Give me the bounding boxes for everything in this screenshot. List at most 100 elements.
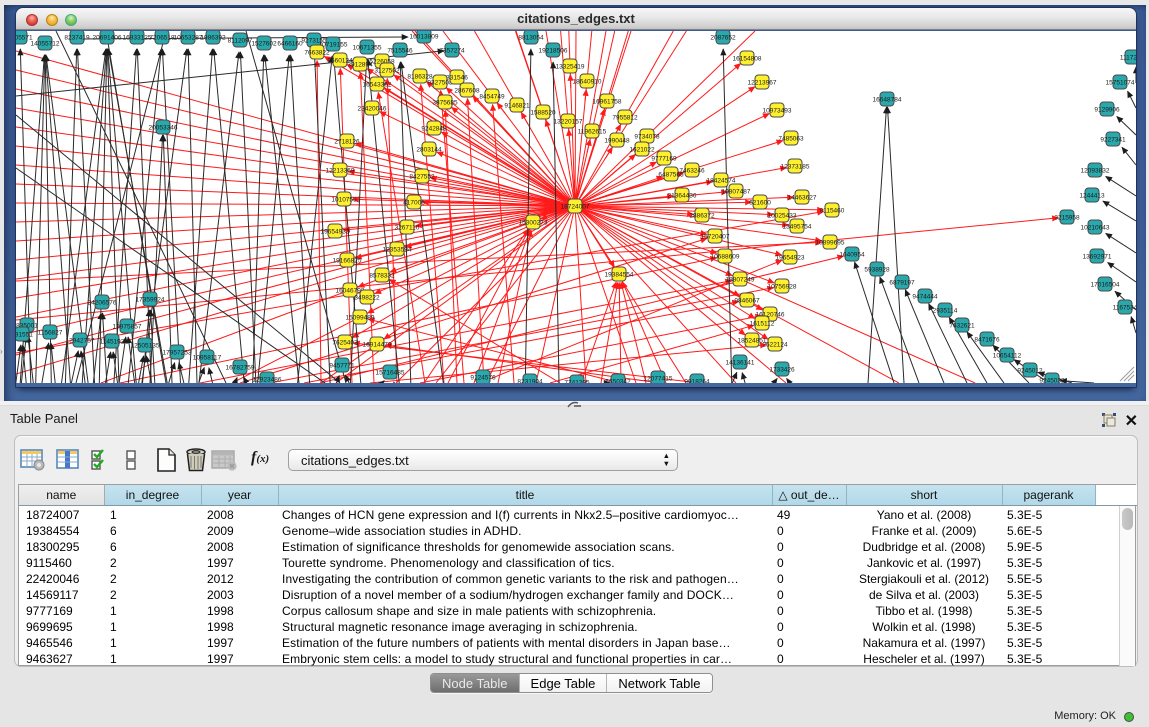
svg-text:7515546: 7515546 (387, 47, 413, 54)
svg-text:10653287: 10653287 (174, 34, 203, 41)
svg-text:5938928: 5938928 (864, 266, 890, 273)
svg-text:17359924: 17359924 (136, 296, 165, 303)
svg-text:12373185: 12373185 (781, 163, 810, 170)
svg-text:12077415: 12077415 (644, 375, 673, 382)
svg-text:15751074: 15751074 (1106, 79, 1135, 86)
svg-text:12942757: 12942757 (66, 337, 95, 344)
svg-text:2935114: 2935114 (933, 307, 958, 314)
svg-text:417006: 417006 (403, 199, 425, 206)
svg-text:14136141: 14136141 (726, 359, 755, 366)
svg-text:9918264: 9918264 (684, 378, 710, 383)
svg-text:15716485: 15716485 (376, 369, 405, 376)
svg-text:15300273: 15300273 (519, 219, 548, 226)
svg-text:331546: 331546 (446, 74, 468, 81)
svg-text:16154808: 16154808 (733, 55, 762, 62)
svg-text:19654933: 19654933 (321, 228, 350, 235)
svg-text:16914479: 16914479 (363, 341, 392, 348)
svg-text:7741205: 7741205 (564, 379, 590, 383)
svg-text:10756928: 10756928 (768, 283, 797, 290)
svg-text:1588520: 1588520 (530, 109, 556, 116)
svg-text:391551: 391551 (16, 331, 33, 338)
svg-text:12213369: 12213369 (326, 167, 355, 174)
svg-text:15720407: 15720407 (701, 233, 730, 240)
svg-text:16782759: 16782759 (226, 364, 255, 371)
svg-text:3215958: 3215958 (1054, 214, 1080, 221)
svg-text:16013809: 16013809 (410, 33, 439, 40)
svg-text:12213967: 12213967 (748, 79, 777, 86)
svg-text:19654923: 19654923 (776, 254, 805, 261)
svg-text:1156827: 1156827 (38, 329, 63, 336)
svg-text:8112097: 8112097 (228, 37, 253, 44)
svg-text:8427552: 8427552 (409, 173, 435, 180)
svg-text:11962615: 11962615 (578, 128, 607, 135)
svg-text:621600: 621600 (749, 199, 771, 206)
svg-text:10899695: 10899695 (816, 239, 845, 246)
svg-text:7206518: 7206518 (149, 34, 175, 41)
svg-text:8813054: 8813054 (518, 34, 544, 41)
svg-text:1117203: 1117203 (1120, 54, 1136, 61)
svg-text:19975857: 19975857 (113, 323, 142, 330)
svg-text:9146821: 9146821 (504, 102, 530, 109)
svg-text:7663822: 7663822 (304, 49, 330, 56)
svg-text:10025433: 10025433 (768, 212, 797, 219)
svg-text:3127502: 3127502 (374, 67, 400, 74)
svg-text:13692971: 13692971 (1083, 253, 1112, 260)
svg-text:1640954: 1640954 (839, 251, 865, 258)
svg-text:14463627: 14463627 (788, 194, 817, 201)
svg-text:13220157: 13220157 (554, 118, 583, 125)
svg-text:9227341: 9227341 (1100, 136, 1126, 143)
svg-text:10688609: 10688609 (711, 253, 740, 260)
svg-text:9846067: 9846067 (734, 297, 760, 304)
svg-text:6466160: 6466160 (277, 40, 303, 47)
svg-text:7357274: 7357274 (439, 47, 465, 54)
svg-text:2886372: 2886372 (689, 212, 715, 219)
svg-text:19384554: 19384554 (605, 271, 634, 278)
svg-text:10210643: 10210643 (1081, 224, 1110, 231)
svg-text:7485063: 7485063 (778, 135, 804, 142)
svg-text:23420046: 23420046 (358, 105, 387, 112)
svg-text:2087652: 2087652 (710, 34, 736, 41)
svg-text:1167534: 1167534 (1113, 304, 1136, 311)
svg-text:2803144: 2803144 (416, 146, 442, 153)
svg-text:14055712: 14055712 (31, 40, 60, 47)
svg-text:17016504: 17016504 (1091, 281, 1120, 288)
svg-text:8454749: 8454749 (479, 93, 505, 100)
svg-text:13495754: 13495754 (783, 223, 812, 230)
svg-text:12353594: 12353594 (383, 246, 412, 253)
svg-text:3267110: 3267110 (395, 224, 420, 231)
svg-text:16648784: 16648784 (873, 96, 902, 103)
svg-text:8237419: 8237419 (64, 34, 90, 41)
svg-text:9245012: 9245012 (1017, 367, 1043, 374)
svg-text:12505135: 12505135 (131, 342, 160, 349)
svg-text:24206576: 24206576 (88, 299, 117, 306)
svg-text:9115460: 9115460 (820, 207, 845, 214)
svg-text:9129906: 9129906 (1094, 106, 1120, 113)
svg-text:3875685: 3875685 (432, 99, 458, 106)
svg-text:6650342: 6650342 (605, 378, 631, 383)
svg-text:7955812: 7955812 (612, 114, 638, 121)
svg-text:9242848: 9242848 (421, 125, 447, 132)
svg-text:8471676: 8471676 (974, 336, 1000, 343)
svg-text:13325419: 13325419 (556, 63, 585, 70)
svg-text:6879197: 6879197 (889, 279, 915, 286)
svg-text:19166825: 19166825 (333, 257, 362, 264)
svg-text:19218506: 19218506 (539, 47, 568, 54)
svg-text:7632621: 7632621 (949, 322, 975, 329)
svg-text:10654112: 10654112 (993, 352, 1022, 359)
svg-text:1010755: 1010755 (331, 196, 357, 203)
svg-text:3498222: 3498222 (354, 294, 380, 301)
svg-text:2867608: 2867608 (454, 87, 480, 94)
svg-text:10958117: 10958117 (193, 354, 222, 361)
svg-text:8578332: 8578332 (369, 272, 395, 279)
svg-text:9734078: 9734078 (634, 133, 660, 140)
svg-text:9245032: 9245032 (1039, 377, 1065, 383)
svg-text:1527602: 1527602 (251, 40, 277, 47)
svg-text:1615112: 1615112 (750, 320, 775, 327)
svg-text:1621022: 1621022 (629, 146, 655, 153)
svg-text:9474444: 9474444 (912, 293, 938, 300)
svg-text:16961758: 16961758 (593, 98, 622, 105)
svg-text:1244413: 1244413 (1079, 192, 1105, 199)
svg-text:16933125: 16933125 (123, 34, 152, 41)
svg-text:16543362: 16543362 (363, 81, 392, 88)
svg-text:1990448: 1990448 (604, 137, 630, 144)
